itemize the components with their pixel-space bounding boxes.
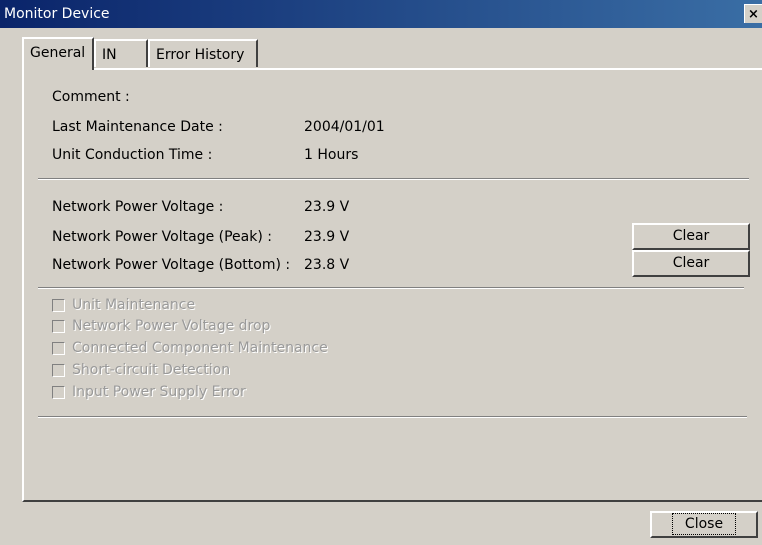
clear-peak-button[interactable]: Clear <box>632 223 750 250</box>
checkbox-box <box>52 299 65 312</box>
voltage-bottom-value: 23.8 V <box>304 257 350 273</box>
voltage-bottom-label: Network Power Voltage (Bottom) : <box>52 257 291 273</box>
voltage-value: 23.9 V <box>304 199 350 215</box>
button-label: Clear <box>672 228 710 244</box>
comment-label: Comment : <box>52 89 130 105</box>
checkbox-box <box>52 364 65 377</box>
separator <box>38 416 747 418</box>
tab-general[interactable]: General <box>22 37 94 70</box>
separator <box>38 178 749 180</box>
tab-error-history[interactable]: Error History <box>148 39 258 67</box>
conduction-time-value: 1 Hours <box>304 147 359 163</box>
conduction-time-label: Unit Conduction Time : <box>52 147 213 163</box>
window-close-button[interactable]: × <box>744 4 762 23</box>
checkbox-box <box>52 342 65 355</box>
window-title: Monitor Device <box>4 6 110 22</box>
voltage-peak-label: Network Power Voltage (Peak) : <box>52 229 272 245</box>
tab-label: IN <box>102 47 117 63</box>
checkbox-box <box>52 320 65 333</box>
separator <box>38 287 744 289</box>
checkbox-label: Short-circuit Detection <box>72 362 231 378</box>
checkbox-label: Unit Maintenance <box>72 297 196 313</box>
button-label: Close <box>671 513 737 535</box>
close-button[interactable]: Close <box>650 511 758 538</box>
title-bar: Monitor Device × <box>0 0 762 28</box>
last-maintenance-value: 2004/01/01 <box>304 119 385 135</box>
tab-label: Error History <box>156 47 245 63</box>
close-icon: × <box>748 7 759 22</box>
tab-in[interactable]: IN <box>94 39 148 67</box>
checkbox-label: Input Power Supply Error <box>72 384 246 400</box>
voltage-peak-value: 23.9 V <box>304 229 350 245</box>
button-label: Clear <box>672 255 710 271</box>
checkbox-box <box>52 386 65 399</box>
last-maintenance-label: Last Maintenance Date : <box>52 119 223 135</box>
clear-bottom-button[interactable]: Clear <box>632 250 750 277</box>
tab-label: General <box>30 45 86 61</box>
voltage-label: Network Power Voltage : <box>52 199 224 215</box>
checkbox-label: Connected Component Maintenance <box>72 340 328 356</box>
checkbox-label: Network Power Voltage drop <box>72 318 271 334</box>
